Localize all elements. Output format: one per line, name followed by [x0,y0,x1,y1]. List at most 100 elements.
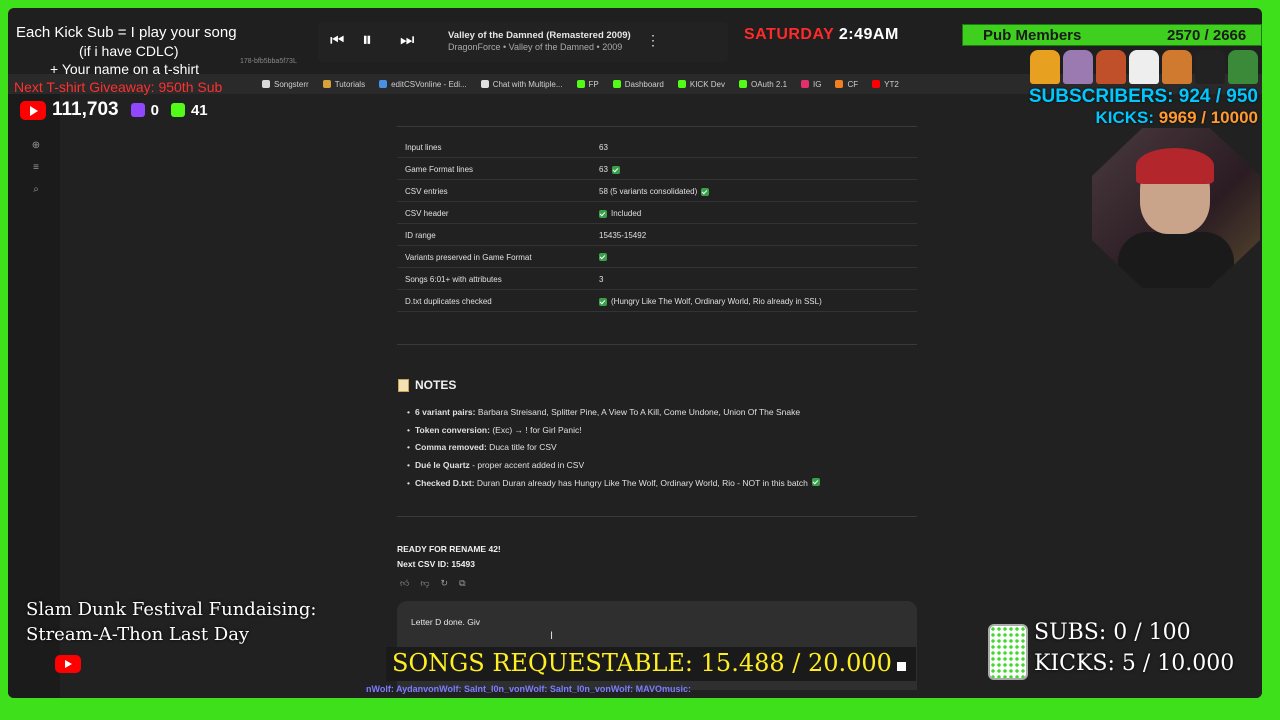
track-title: Valley of the Damned (Remastered 2009) [448,30,631,41]
tshirt-icon [1096,50,1126,84]
section-divider [397,344,917,345]
note-item: Checked D.txt: Duran Duran already has H… [407,477,820,488]
retry-icon[interactable]: ↻ [441,578,449,589]
note-text: Duran Duran already has Hungry Like The … [474,477,808,488]
cdlc-note: (if i have CDLC) [79,43,179,59]
check-icon [811,477,820,486]
twitch-count: 0 [150,101,159,119]
kick-sub-info: Each Kick Sub = I play your song [16,24,237,41]
check-icon [599,297,607,306]
table-cell-key: Input lines [405,143,442,152]
notes-heading-text: NOTES [415,378,457,392]
note-item: Comma removed: Duca title for CSV [407,442,557,453]
table-row: Input lines 63 [397,136,917,158]
kicks-goal: KICKS: 9969 / 10000 [1095,108,1258,128]
track-subtitle: DragonForce • Valley of the Damned • 200… [448,42,623,52]
goal-jar-icon [988,624,1028,680]
table-row: Game Format lines 63 [397,158,917,180]
youtube-icon [20,100,46,120]
previous-icon[interactable]: ⏮ [330,32,344,50]
table-row: D.txt duplicates checked (Hungry Like The… [397,290,917,312]
table-cell-text: 63 [599,165,608,174]
table-row: Variants preserved in Game Format [397,246,917,268]
thumbs-down-icon[interactable]: 👎︎ [420,578,429,589]
table-row: Songs 6:01+ with attributes 3 [397,268,917,290]
note-label: Token conversion: [415,424,490,435]
table-cell-key: D.txt duplicates checked [405,297,492,306]
tshirt-note: + Your name on a t-shirt [50,61,200,77]
table-cell-value: 63 [599,143,608,152]
table-row: CSV header Included [397,202,917,224]
table-cell-value: 15435-15492 [599,231,646,240]
check-icon [701,187,710,196]
tshirt-icon [1228,50,1258,84]
tshirt-icon [1162,50,1192,84]
table-cell-key: Songs 6:01+ with attributes [405,275,502,284]
note-label: Dué le Quartz [415,460,470,471]
note-item: 6 variant pairs: Barbara Streisand, Spli… [407,407,801,417]
subscribers-goal: SUBSCRIBERS: 924 / 950 [1028,86,1258,107]
songs-requestable-bar: SONGS REQUESTABLE: 15.488 / 20.000 [386,647,916,681]
kicks-goal-label: KICKS: [1095,108,1154,127]
media-player: ⏮ ⏸ ⏭ Valley of the Damned (Remastered 2… [318,22,728,62]
note-label: Comma removed: [415,442,487,453]
thumbs-up-icon[interactable]: 👍︎ [400,578,409,589]
tshirt-icon [1129,50,1159,84]
giveaway-note: Next T-shirt Giveaway: 950th Sub [14,79,223,95]
note-text: Duca title for CSV [486,442,557,453]
note-text: (Exc) → ! for Girl Panic! [489,424,582,435]
note-item: Token conversion: (Exc) → ! for Girl Pan… [407,424,582,435]
note-text: - proper accent added in CSV [469,460,585,471]
check-icon [599,253,607,261]
note-text: Barbara Streisand, Splitter Pine, A View… [475,407,801,417]
pause-icon[interactable]: ⏸ [362,29,372,52]
follower-counters: 111,703 0 41 [20,99,208,121]
tshirt-icon [1063,50,1093,84]
table-cell-text: Included [611,209,642,218]
pub-members-value: 2570 / 2666 [1167,27,1247,44]
kick-icon [170,103,185,117]
kicks-goal-value: 9969 / 10000 [1158,108,1258,127]
table-top-divider [397,126,917,127]
youtube-count: 111,703 [52,99,119,120]
table-cell-value [599,253,611,261]
table-cell-key: CSV entries [405,187,448,196]
next-icon[interactable]: ⏭ [400,32,414,50]
table-cell-value: Included [599,209,641,218]
table-cell-text: 58 (5 variants consolidated) [599,187,698,196]
fundraising-title: Slam Dunk Festival Fundaising: [26,599,317,620]
table-cell-key: Variants preserved in Game Format [405,253,532,262]
subs-goal: SUBS: 0 / 100 [1034,620,1191,645]
clock-day: SATURDAY [744,26,834,43]
copy-icon[interactable]: ⧉ [459,578,465,589]
more-icon[interactable]: ⋮ [646,32,660,49]
message-input-text[interactable]: Letter D done. Giv [411,617,480,627]
note-label: 6 variant pairs: [415,407,476,417]
note-label: Checked D.txt: [415,477,475,488]
memo-icon [398,378,409,392]
check-icon [599,209,607,218]
section-divider-2 [397,516,917,517]
twitch-icon [130,103,145,117]
message-actions: 👍︎ 👎︎ ↻ ⧉ [400,578,466,589]
fundraising-subtitle: Stream-A-Thon Last Day [26,624,250,645]
check-icon [611,165,620,174]
table-cell-text: 63 [599,143,608,152]
table-cell-value: 3 [599,275,603,284]
table-cell-text: 15435-15492 [599,231,647,240]
tshirt-gallery [1030,50,1258,84]
youtube-icon-small [55,655,81,673]
pub-members-bar: Pub Members 2570 / 2666 [962,24,1262,46]
table-cell-key: ID range [405,231,436,240]
table-cell-value: 63 [599,165,620,174]
table-cell-text: (Hungry Like The Wolf, Ordinary World, R… [611,297,822,306]
note-item: Dué le Quartz - proper accent added in C… [407,460,585,471]
next-id-text: Next CSV ID: 15493 [397,559,475,569]
kicks-goal-bottom: KICKS: 5 / 10.000 [1034,651,1235,676]
stream-overlay: 178-bfb5bba5f73L Songsterr Tutorials editC… [0,0,1280,720]
table-cell-value: (Hungry Like The Wolf, Ordinary World, R… [599,297,822,306]
chat-ticker: nWolf: AydanvonWolf: SaInt_l0n_vonWolf: … [366,684,692,694]
table-cell-text: 3 [599,275,604,284]
kick-count: 41 [190,101,208,119]
clock: SATURDAY 2:49AM [744,26,899,44]
